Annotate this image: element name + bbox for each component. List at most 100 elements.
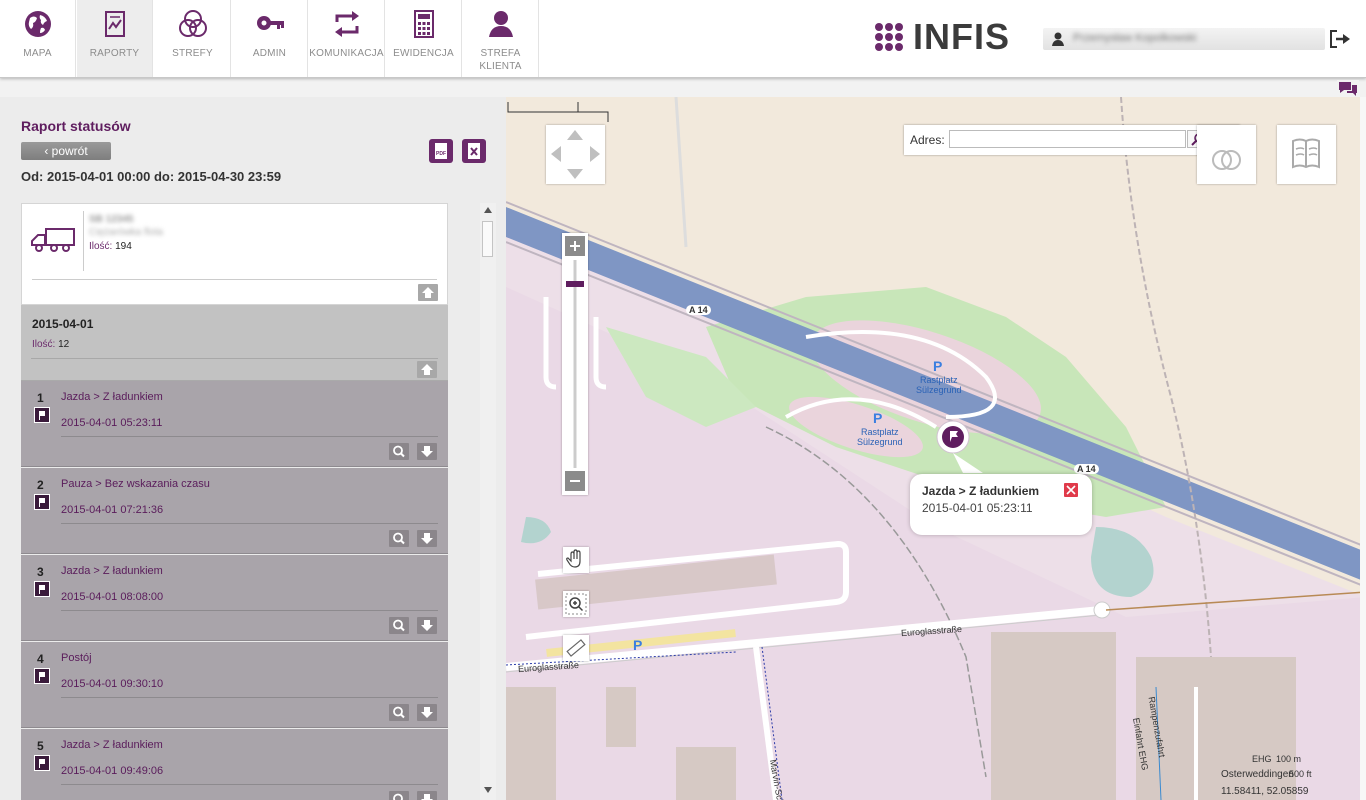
locate-event-button[interactable] <box>389 704 409 721</box>
pan-arrows-icon[interactable] <box>546 125 605 184</box>
measure-button[interactable] <box>563 635 589 661</box>
nav-ewidencja[interactable]: EWIDENCJA <box>386 0 462 77</box>
expand-event-button[interactable] <box>417 704 437 721</box>
arrow-up-icon <box>422 287 434 298</box>
nav-mapa-label: MAPA <box>23 48 52 59</box>
report-chart-icon <box>104 11 125 37</box>
expand-event-button[interactable] <box>417 791 437 800</box>
day-quantity: Ilość: 12 <box>32 339 70 350</box>
user-box[interactable]: Przemysław Kopolkowski <box>1043 28 1325 50</box>
event-time: 2015-04-01 09:30:10 <box>61 678 164 690</box>
event-row[interactable]: 5 Jazda > Z ładunkiem 2015-04-01 09:49:06 <box>21 729 448 800</box>
zones-circles-icon <box>1212 150 1241 170</box>
user-name: Przemysław Kopolkowski <box>1073 32 1197 44</box>
rest-area-label: Rastplatz Sülzegrund <box>916 375 962 395</box>
scroll-down-icon[interactable] <box>484 787 492 793</box>
event-number: 5 <box>37 739 44 753</box>
event-row[interactable]: 1 Jazda > Z ładunkiem 2015-04-01 05:23:11 <box>21 381 448 467</box>
magnifier-icon <box>393 793 403 800</box>
popup-close-button[interactable] <box>1064 483 1078 497</box>
event-row[interactable]: 4 Postój 2015-04-01 09:30:10 <box>21 642 448 728</box>
popup-time: 2015-04-01 05:23:11 <box>922 501 1033 515</box>
event-row[interactable]: 2 Pauza > Bez wskazania czasu 2015-04-01 0… <box>21 468 448 554</box>
divider <box>32 279 437 280</box>
ruler-icon <box>566 639 586 657</box>
nav-strefa-klienta[interactable]: STREFA KLIENTA <box>463 0 539 77</box>
page-title: Raport statusów <box>21 118 131 134</box>
event-number: 4 <box>37 652 44 666</box>
nav-komunikacja-label: KOMUNIKACJA <box>309 48 384 59</box>
divider <box>31 358 438 359</box>
flag-icon <box>34 494 50 510</box>
nav-mapa[interactable]: MAPA <box>0 0 76 77</box>
flag-icon <box>34 581 50 597</box>
page-scrollbar[interactable] <box>1360 97 1366 800</box>
arrow-up-icon <box>421 364 433 375</box>
scroll-up-icon[interactable] <box>484 207 492 213</box>
arrow-down-icon <box>421 533 433 544</box>
coordinates-readout: 11.58411, 52.05859 <box>1221 786 1309 797</box>
nav-admin[interactable]: ADMIN <box>232 0 308 77</box>
locate-event-button[interactable] <box>389 791 409 800</box>
truck-icon <box>31 228 75 252</box>
logout-icon[interactable] <box>1329 29 1351 49</box>
nav-komunikacja[interactable]: KOMUNIKACJA <box>309 0 385 77</box>
top-navigation-bar: MAPA RAPORTY STREFY ADMIN KOMUNIKACJA EW… <box>0 0 1366 78</box>
event-row[interactable]: 3 Jazda > Z ładunkiem 2015-04-01 08:08:00 <box>21 555 448 641</box>
excel-export-icon[interactable] <box>462 139 486 163</box>
scroll-thumb[interactable] <box>482 221 493 257</box>
status-list[interactable]: SB 12345 Ciężarówka flota Ilość: 194 201… <box>21 203 448 800</box>
divider <box>61 523 438 524</box>
calculator-icon <box>413 10 434 38</box>
place-label: EHG <box>1252 754 1272 764</box>
date-range: Od: 2015-04-01 00:00 do: 2015-04-30 23:5… <box>21 169 282 184</box>
pdf-export-icon[interactable]: PDF <box>429 139 453 163</box>
pan-tool-button[interactable] <box>563 547 589 573</box>
place-label: Osterweddingen <box>1221 769 1294 780</box>
brand-logo-text: INFIS <box>913 16 1011 57</box>
event-name: Postój <box>61 652 92 664</box>
event-name: Jazda > Z ładunkiem <box>61 391 163 403</box>
address-input[interactable] <box>949 130 1186 148</box>
locate-event-button[interactable] <box>389 617 409 634</box>
map-layers-button[interactable] <box>1277 125 1336 184</box>
magnifier-icon <box>393 619 405 632</box>
back-button[interactable]: ‹ powrót <box>21 142 111 160</box>
collapse-button[interactable] <box>418 284 438 301</box>
vehicle-card[interactable]: SB 12345 Ciężarówka flota Ilość: 194 <box>21 203 448 305</box>
zoom-control[interactable] <box>562 233 588 495</box>
nav-admin-label: ADMIN <box>252 48 287 59</box>
event-number: 2 <box>37 478 44 492</box>
expand-event-button[interactable] <box>417 443 437 460</box>
day-date: 2015-04-01 <box>32 317 94 331</box>
chat-icon[interactable] <box>1337 80 1359 96</box>
collapse-day-button[interactable] <box>417 361 437 378</box>
pan-control[interactable] <box>546 125 605 184</box>
report-panel: Raport statusów ‹ powrót PDF Od: 2015-04… <box>0 97 506 800</box>
event-time: 2015-04-01 05:23:11 <box>61 417 163 429</box>
expand-event-button[interactable] <box>417 530 437 547</box>
day-card[interactable]: 2015-04-01 Ilość: 12 <box>21 305 448 381</box>
event-name: Pauza > Bez wskazania czasu <box>61 478 210 490</box>
list-scrollbar[interactable] <box>480 203 496 800</box>
scale-bar <box>507 102 609 122</box>
map-canvas[interactable] <box>506 97 1366 800</box>
nav-strefy-label: STREFY <box>172 48 213 59</box>
zoom-box-button[interactable] <box>563 591 589 617</box>
svg-text:PDF: PDF <box>436 151 446 157</box>
locate-event-button[interactable] <box>389 530 409 547</box>
magnifier-icon <box>393 445 405 458</box>
magnifier-icon <box>393 706 405 719</box>
hand-icon <box>566 549 581 568</box>
zones-layer-button[interactable] <box>1197 125 1256 184</box>
nav-strefy[interactable]: STREFY <box>155 0 231 77</box>
zoom-slider[interactable] <box>562 233 588 495</box>
locate-event-button[interactable] <box>389 443 409 460</box>
address-search: Adres: <box>904 125 1240 155</box>
nav-raporty[interactable]: RAPORTY <box>77 0 153 77</box>
close-icon <box>1066 485 1076 495</box>
expand-event-button[interactable] <box>417 617 437 634</box>
map-view[interactable]: Adres: A 14 A 14 P Rastplatz Sülzegrund P… <box>506 97 1366 800</box>
event-name: Jazda > Z ładunkiem <box>61 565 163 577</box>
popup-title: Jazda > Z ładunkiem <box>922 484 1040 498</box>
